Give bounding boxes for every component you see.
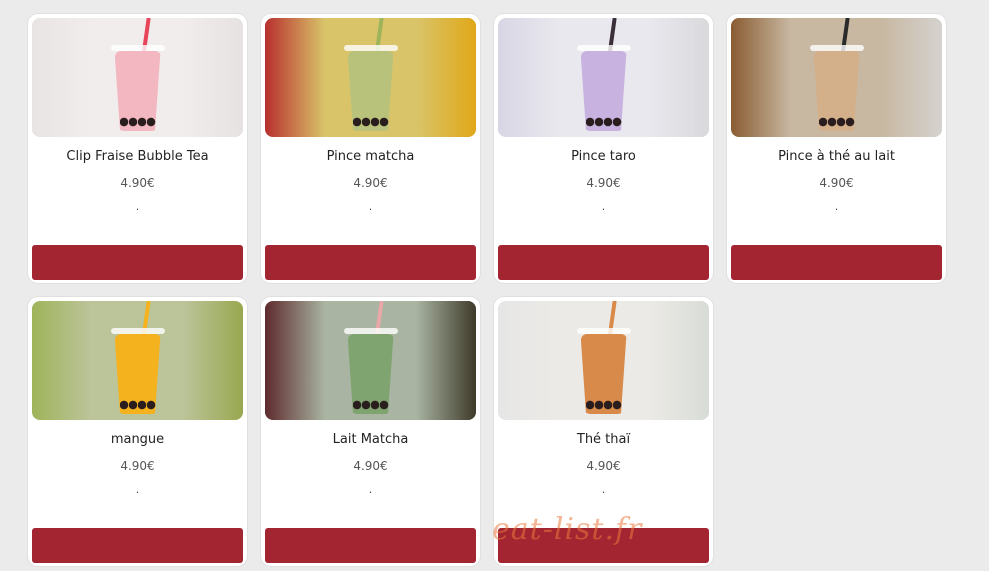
image-blur-left <box>498 301 558 420</box>
product-price: 4.90€ <box>120 176 155 190</box>
product-image[interactable] <box>32 18 243 137</box>
product-image[interactable] <box>731 18 942 137</box>
product-name[interactable]: Pince à thé au lait <box>727 149 946 164</box>
image-blur-right <box>882 18 942 137</box>
add-to-cart-button[interactable] <box>265 245 476 280</box>
product-card[interactable]: Pince à thé au lait 4.90€ . <box>727 14 946 283</box>
image-blur-right <box>183 18 243 137</box>
product-card[interactable]: Lait Matcha 4.90€ . <box>261 297 480 566</box>
product-card[interactable]: Pince matcha 4.90€ . <box>261 14 480 283</box>
product-name[interactable]: Clip Fraise Bubble Tea <box>28 149 247 164</box>
product-image[interactable] <box>265 301 476 420</box>
product-image[interactable] <box>265 18 476 137</box>
product-card[interactable]: Pince taro 4.90€ . <box>494 14 713 283</box>
tapioca-pearls-icon <box>818 115 855 129</box>
product-description: . <box>601 200 606 213</box>
cup-lid-icon <box>576 328 631 334</box>
product-name[interactable]: Lait Matcha <box>261 432 480 447</box>
product-card[interactable]: mangue 4.90€ . <box>28 297 247 566</box>
product-price: 4.90€ <box>120 459 155 473</box>
product-name[interactable]: Thé thaï <box>494 432 713 447</box>
cup-lid-icon <box>343 328 398 334</box>
product-description: . <box>368 200 373 213</box>
product-price: 4.90€ <box>586 176 621 190</box>
image-blur-left <box>32 301 92 420</box>
product-image[interactable] <box>498 18 709 137</box>
product-price: 4.90€ <box>353 176 388 190</box>
product-description: . <box>834 200 839 213</box>
image-blur-left <box>731 18 791 137</box>
add-to-cart-button[interactable] <box>498 245 709 280</box>
add-to-cart-button[interactable] <box>32 245 243 280</box>
tapioca-pearls-icon <box>352 398 389 412</box>
product-grid: Clip Fraise Bubble Tea 4.90€ . Pince mat… <box>28 14 946 566</box>
tapioca-pearls-icon <box>119 115 156 129</box>
tapioca-pearls-icon <box>119 398 156 412</box>
tapioca-pearls-icon <box>585 115 622 129</box>
image-blur-left <box>32 18 92 137</box>
product-name[interactable]: mangue <box>28 432 247 447</box>
product-image[interactable] <box>32 301 243 420</box>
tapioca-pearls-icon <box>585 398 622 412</box>
product-price: 4.90€ <box>819 176 854 190</box>
tapioca-pearls-icon <box>352 115 389 129</box>
image-blur-left <box>265 18 325 137</box>
product-description: . <box>601 483 606 496</box>
image-blur-right <box>183 301 243 420</box>
image-blur-right <box>649 18 709 137</box>
add-to-cart-button[interactable] <box>731 245 942 280</box>
product-description: . <box>135 200 140 213</box>
cup-lid-icon <box>110 328 165 334</box>
product-image[interactable] <box>498 301 709 420</box>
product-name[interactable]: Pince matcha <box>261 149 480 164</box>
product-price: 4.90€ <box>353 459 388 473</box>
cup-lid-icon <box>343 45 398 51</box>
product-description: . <box>135 483 140 496</box>
product-name[interactable]: Pince taro <box>494 149 713 164</box>
watermark: eat-list.fr <box>492 512 643 547</box>
product-description: . <box>368 483 373 496</box>
image-blur-right <box>416 301 476 420</box>
image-blur-left <box>265 301 325 420</box>
image-blur-right <box>416 18 476 137</box>
image-blur-left <box>498 18 558 137</box>
image-blur-right <box>649 301 709 420</box>
product-price: 4.90€ <box>586 459 621 473</box>
cup-lid-icon <box>809 45 864 51</box>
cup-lid-icon <box>576 45 631 51</box>
add-to-cart-button[interactable] <box>265 528 476 563</box>
product-card[interactable]: Clip Fraise Bubble Tea 4.90€ . <box>28 14 247 283</box>
add-to-cart-button[interactable] <box>32 528 243 563</box>
cup-lid-icon <box>110 45 165 51</box>
